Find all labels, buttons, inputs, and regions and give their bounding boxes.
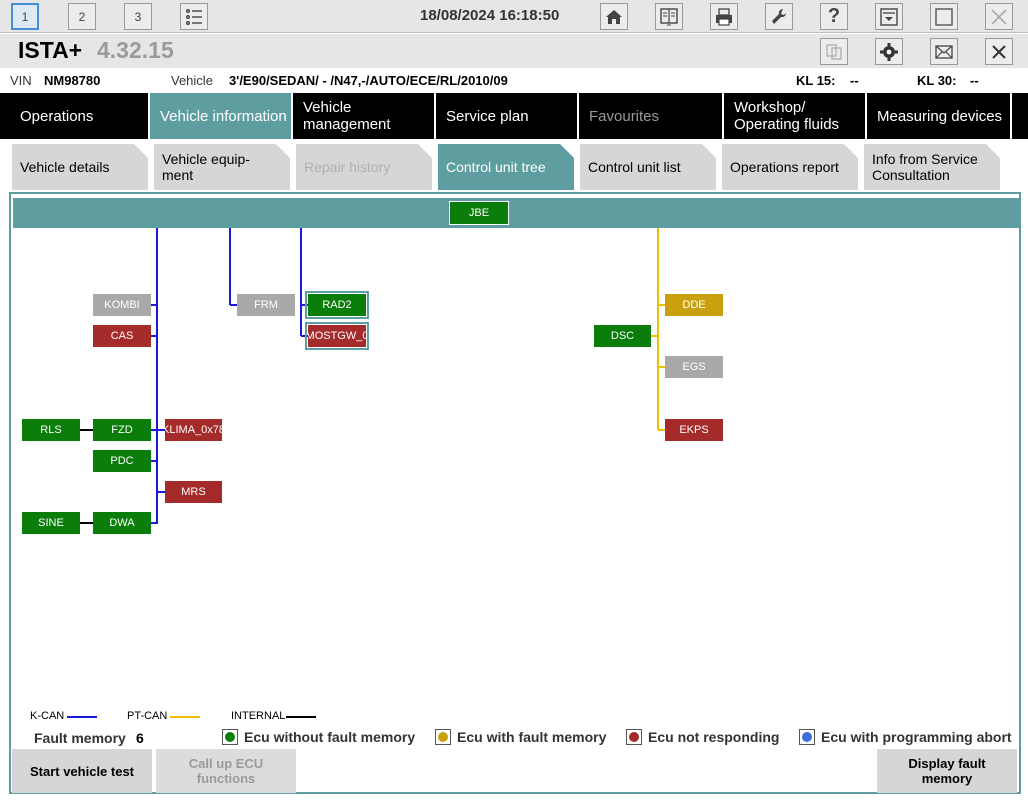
control-unit-tree: JBE KOMBI CAS FRM RAD2 MOSTGW_0 DSC DDE … [9,192,1021,794]
fault-memory-count: 6 [136,730,144,746]
ecu-kombi[interactable]: KOMBI [93,294,151,316]
ecu-egs[interactable]: EGS [665,356,723,378]
kl30-value: -- [970,73,979,88]
fault-memory-label: Fault memory [34,730,126,746]
session-tab-2[interactable]: 2 [68,3,96,30]
tab-vehicle-information[interactable]: Vehicle information [150,93,293,139]
kl15-label: KL 15: [796,73,836,88]
home-icon[interactable] [600,3,628,30]
red-status-icon [626,729,642,745]
subtab-control-unit-tree[interactable]: Control unit tree [438,144,574,190]
tab-vehicle-management[interactable]: Vehicle management [293,93,436,139]
gear-icon[interactable] [875,38,903,65]
vehicle-info-row: VIN NM98780 Vehicle 3'/E90/SEDAN/ - /N47… [0,69,1028,91]
tab-workshop-operating-fluids[interactable]: Workshop/ Operating fluids [724,93,867,139]
ecu-dde[interactable]: DDE [665,294,723,316]
subtab-vehicle-equipment[interactable]: Vehicle equip- ment [154,144,290,190]
legend-k-can: K-CAN [30,710,65,722]
close-window-icon[interactable] [985,3,1013,30]
main-tabs: Operations Vehicle information Vehicle m… [0,93,1028,139]
vin-label: VIN [10,73,32,88]
status-row: Fault memory 6 Ecu without fault memory … [0,728,1028,748]
maximize-icon[interactable] [930,3,958,30]
legend-internal: INTERNAL [231,710,286,722]
list-menu-icon[interactable] [180,3,208,30]
tab-favourites[interactable]: Favourites [579,93,724,139]
subtab-repair-history[interactable]: Repair history [296,144,432,190]
close-icon[interactable] [985,38,1013,65]
ecu-rls[interactable]: RLS [22,419,80,441]
dropdown-panel-icon[interactable] [875,3,903,30]
mail-icon[interactable] [930,38,958,65]
legend-internal-line [286,716,316,718]
ecu-klima[interactable]: KLIMA_0x78 [165,419,222,441]
status-not-responding: Ecu not responding [626,729,779,745]
green-status-icon [222,729,238,745]
legend-k-can-line [67,716,97,718]
vehicle-value: 3'/E90/SEDAN/ - /N47,-/AUTO/ECE/RL/2010/… [229,73,508,88]
top-toolbar: 1 2 3 18/08/2024 16:18:50 ? [0,0,1028,33]
tab-service-plan[interactable]: Service plan [436,93,579,139]
subtab-info-service-consultation[interactable]: Info from Service Consultation [864,144,1000,190]
ecu-jbe[interactable]: JBE [449,201,509,225]
status-with-fault: Ecu with fault memory [435,729,606,745]
ecu-dsc[interactable]: DSC [594,325,651,347]
ecu-sine[interactable]: SINE [22,512,80,534]
ecu-dwa[interactable]: DWA [93,512,151,534]
ecu-mostgw[interactable]: MOSTGW_0 [305,322,369,350]
kl15-value: -- [850,73,859,88]
subtab-control-unit-list[interactable]: Control unit list [580,144,716,190]
ecu-rad2[interactable]: RAD2 [305,291,369,319]
document-compare-icon[interactable] [655,3,683,30]
datetime: 18/08/2024 16:18:50 [420,7,560,24]
app-header: ISTA+ 4.32.15 [0,34,1028,68]
help-icon[interactable]: ? [820,3,848,30]
status-prog-abort: Ecu with programming abort [799,729,1012,745]
session-tab-1[interactable]: 1 [11,3,39,30]
ecu-ekps[interactable]: EKPS [665,419,723,441]
app-name: ISTA+ [18,37,83,63]
tab-measuring-devices[interactable]: Measuring devices [867,93,1012,139]
app-version: 4.32.15 [97,37,174,63]
subtab-vehicle-details[interactable]: Vehicle details [12,144,148,190]
ecu-pdc[interactable]: PDC [93,450,151,472]
call-ecu-functions-button[interactable]: Call up ECU functions [156,749,296,793]
ecu-mrs[interactable]: MRS [165,481,222,503]
session-tab-3[interactable]: 3 [124,3,152,30]
start-vehicle-test-button[interactable]: Start vehicle test [12,749,152,793]
blue-status-icon [799,729,815,745]
ecu-cas[interactable]: CAS [93,325,151,347]
ecu-fzd[interactable]: FZD [93,419,151,441]
status-no-fault: Ecu without fault memory [222,729,415,745]
wrench-icon[interactable] [765,3,793,30]
legend-pt-can: PT-CAN [127,710,168,722]
gold-status-icon [435,729,451,745]
bus-lines [80,228,665,524]
sub-tabs: Vehicle details Vehicle equip- ment Repa… [0,142,1028,190]
legend-pt-can-line [170,716,200,718]
printer-icon[interactable] [710,3,738,30]
vin-value: NM98780 [44,73,101,88]
display-fault-memory-button[interactable]: Display fault memory [877,749,1017,793]
subtab-operations-report[interactable]: Operations report [722,144,858,190]
copy-document-icon[interactable] [820,38,848,65]
tab-operations[interactable]: Operations [0,93,150,139]
vehicle-label: Vehicle [171,73,213,88]
kl30-label: KL 30: [917,73,957,88]
ecu-frm[interactable]: FRM [237,294,295,316]
